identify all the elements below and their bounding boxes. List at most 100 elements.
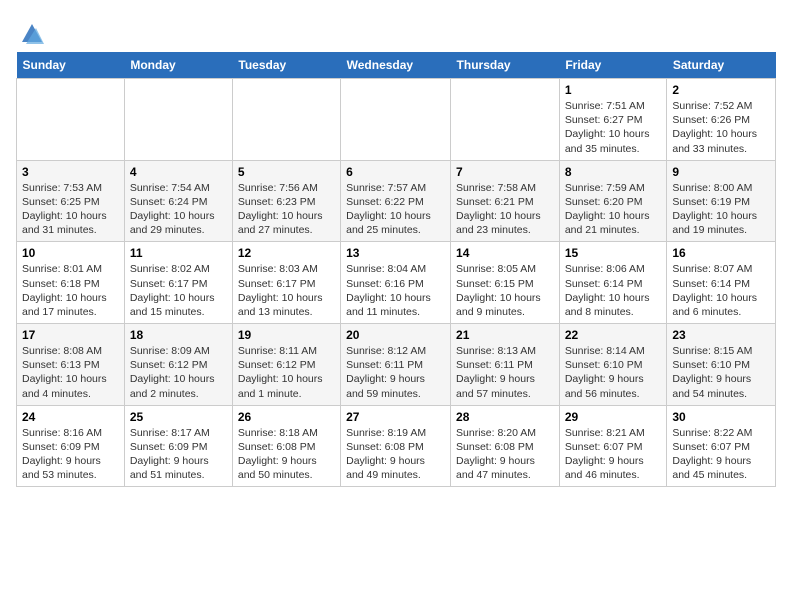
day-number: 25 (130, 410, 227, 424)
calendar-day-15: 15Sunrise: 8:06 AM Sunset: 6:14 PM Dayli… (559, 242, 667, 324)
day-info: Sunrise: 8:03 AM Sunset: 6:17 PM Dayligh… (238, 262, 335, 319)
calendar-week-row: 3 Sunrise: 7:53 AM Sunset: 6:25 PM Daylig… (17, 160, 776, 242)
day-number: 28 (456, 410, 554, 424)
day-info: Sunrise: 7:54 AM Sunset: 6:24 PM Dayligh… (130, 181, 227, 238)
day-number: 2 (672, 83, 770, 97)
day-info: Sunrise: 8:00 AM Sunset: 6:19 PM Dayligh… (672, 181, 770, 238)
weekday-header-row: SundayMondayTuesdayWednesdayThursdayFrid… (17, 52, 776, 79)
day-number: 3 (22, 165, 119, 179)
day-number: 12 (238, 246, 335, 260)
day-info: Sunrise: 8:20 AM Sunset: 6:08 PM Dayligh… (456, 426, 554, 483)
day-info: Sunrise: 8:17 AM Sunset: 6:09 PM Dayligh… (130, 426, 227, 483)
weekday-header-saturday: Saturday (667, 52, 776, 79)
calendar-day-10: 10 Sunrise: 8:01 AM Sunset: 6:18 PM Dayli… (17, 242, 125, 324)
calendar-day-26: 26 Sunrise: 8:18 AM Sunset: 6:08 PM Dayli… (232, 405, 340, 487)
calendar-week-row: 24 Sunrise: 8:16 AM Sunset: 6:09 PM Dayli… (17, 405, 776, 487)
day-info: Sunrise: 8:15 AM Sunset: 6:10 PM Dayligh… (672, 344, 770, 401)
calendar-empty-cell (124, 79, 232, 161)
calendar-empty-cell (341, 79, 451, 161)
weekday-header-sunday: Sunday (17, 52, 125, 79)
calendar-day-23: 23 Sunrise: 8:15 AM Sunset: 6:10 PM Dayli… (667, 324, 776, 406)
logo-icon (18, 20, 46, 48)
day-info: Sunrise: 8:14 AM Sunset: 6:10 PM Dayligh… (565, 344, 662, 401)
calendar-day-18: 18 Sunrise: 8:09 AM Sunset: 6:12 PM Dayli… (124, 324, 232, 406)
day-info: Sunrise: 8:02 AM Sunset: 6:17 PM Dayligh… (130, 262, 227, 319)
calendar-day-14: 14Sunrise: 8:05 AM Sunset: 6:15 PM Dayli… (451, 242, 560, 324)
day-number: 17 (22, 328, 119, 342)
day-number: 1 (565, 83, 662, 97)
day-info: Sunrise: 7:51 AM Sunset: 6:27 PM Dayligh… (565, 99, 662, 156)
day-info: Sunrise: 8:21 AM Sunset: 6:07 PM Dayligh… (565, 426, 662, 483)
day-number: 10 (22, 246, 119, 260)
day-info: Sunrise: 8:19 AM Sunset: 6:08 PM Dayligh… (346, 426, 445, 483)
day-number: 14 (456, 246, 554, 260)
day-info: Sunrise: 8:22 AM Sunset: 6:07 PM Dayligh… (672, 426, 770, 483)
calendar-empty-cell (17, 79, 125, 161)
weekday-header-tuesday: Tuesday (232, 52, 340, 79)
day-info: Sunrise: 8:07 AM Sunset: 6:14 PM Dayligh… (672, 262, 770, 319)
day-info: Sunrise: 7:57 AM Sunset: 6:22 PM Dayligh… (346, 181, 445, 238)
calendar-day-4: 4 Sunrise: 7:54 AM Sunset: 6:24 PM Daylig… (124, 160, 232, 242)
weekday-header-monday: Monday (124, 52, 232, 79)
day-number: 4 (130, 165, 227, 179)
day-info: Sunrise: 8:04 AM Sunset: 6:16 PM Dayligh… (346, 262, 445, 319)
day-info: Sunrise: 8:08 AM Sunset: 6:13 PM Dayligh… (22, 344, 119, 401)
calendar-day-13: 13 Sunrise: 8:04 AM Sunset: 6:16 PM Dayli… (341, 242, 451, 324)
calendar-day-30: 30 Sunrise: 8:22 AM Sunset: 6:07 PM Dayli… (667, 405, 776, 487)
weekday-header-wednesday: Wednesday (341, 52, 451, 79)
day-info: Sunrise: 8:16 AM Sunset: 6:09 PM Dayligh… (22, 426, 119, 483)
calendar-day-25: 25 Sunrise: 8:17 AM Sunset: 6:09 PM Dayli… (124, 405, 232, 487)
calendar-week-row: 1 Sunrise: 7:51 AM Sunset: 6:27 PM Daylig… (17, 79, 776, 161)
day-number: 16 (672, 246, 770, 260)
calendar-week-row: 10 Sunrise: 8:01 AM Sunset: 6:18 PM Dayli… (17, 242, 776, 324)
calendar-day-21: 21Sunrise: 8:13 AM Sunset: 6:11 PM Dayli… (451, 324, 560, 406)
calendar-day-27: 27Sunrise: 8:19 AM Sunset: 6:08 PM Dayli… (341, 405, 451, 487)
day-info: Sunrise: 8:12 AM Sunset: 6:11 PM Dayligh… (346, 344, 445, 401)
calendar-empty-cell (451, 79, 560, 161)
calendar-day-12: 12 Sunrise: 8:03 AM Sunset: 6:17 PM Dayli… (232, 242, 340, 324)
day-info: Sunrise: 7:58 AM Sunset: 6:21 PM Dayligh… (456, 181, 554, 238)
day-number: 22 (565, 328, 662, 342)
day-info: Sunrise: 7:53 AM Sunset: 6:25 PM Dayligh… (22, 181, 119, 238)
day-number: 24 (22, 410, 119, 424)
calendar-day-9: 9 Sunrise: 8:00 AM Sunset: 6:19 PM Daylig… (667, 160, 776, 242)
day-number: 23 (672, 328, 770, 342)
calendar-day-1: 1 Sunrise: 7:51 AM Sunset: 6:27 PM Daylig… (559, 79, 667, 161)
logo (16, 20, 46, 42)
day-number: 6 (346, 165, 445, 179)
day-info: Sunrise: 8:01 AM Sunset: 6:18 PM Dayligh… (22, 262, 119, 319)
day-number: 8 (565, 165, 662, 179)
day-number: 26 (238, 410, 335, 424)
day-number: 21 (456, 328, 554, 342)
day-info: Sunrise: 8:06 AM Sunset: 6:14 PM Dayligh… (565, 262, 662, 319)
day-number: 13 (346, 246, 445, 260)
calendar-day-2: 2 Sunrise: 7:52 AM Sunset: 6:26 PM Daylig… (667, 79, 776, 161)
day-number: 9 (672, 165, 770, 179)
calendar-day-20: 20 Sunrise: 8:12 AM Sunset: 6:11 PM Dayli… (341, 324, 451, 406)
calendar-day-24: 24 Sunrise: 8:16 AM Sunset: 6:09 PM Dayli… (17, 405, 125, 487)
weekday-header-thursday: Thursday (451, 52, 560, 79)
calendar-day-7: 7 Sunrise: 7:58 AM Sunset: 6:21 PM Daylig… (451, 160, 560, 242)
day-number: 29 (565, 410, 662, 424)
day-number: 30 (672, 410, 770, 424)
calendar-day-3: 3 Sunrise: 7:53 AM Sunset: 6:25 PM Daylig… (17, 160, 125, 242)
calendar-week-row: 17 Sunrise: 8:08 AM Sunset: 6:13 PM Dayli… (17, 324, 776, 406)
day-info: Sunrise: 8:18 AM Sunset: 6:08 PM Dayligh… (238, 426, 335, 483)
calendar-day-19: 19Sunrise: 8:11 AM Sunset: 6:12 PM Dayli… (232, 324, 340, 406)
calendar-day-17: 17 Sunrise: 8:08 AM Sunset: 6:13 PM Dayli… (17, 324, 125, 406)
calendar-day-29: 29 Sunrise: 8:21 AM Sunset: 6:07 PM Dayli… (559, 405, 667, 487)
header (16, 16, 776, 42)
day-number: 7 (456, 165, 554, 179)
calendar-day-11: 11 Sunrise: 8:02 AM Sunset: 6:17 PM Dayli… (124, 242, 232, 324)
day-info: Sunrise: 8:11 AM Sunset: 6:12 PM Dayligh… (238, 344, 335, 401)
day-number: 18 (130, 328, 227, 342)
day-number: 11 (130, 246, 227, 260)
day-info: Sunrise: 8:09 AM Sunset: 6:12 PM Dayligh… (130, 344, 227, 401)
day-info: Sunrise: 7:52 AM Sunset: 6:26 PM Dayligh… (672, 99, 770, 156)
calendar-day-8: 8Sunrise: 7:59 AM Sunset: 6:20 PM Daylig… (559, 160, 667, 242)
calendar-day-6: 6 Sunrise: 7:57 AM Sunset: 6:22 PM Daylig… (341, 160, 451, 242)
day-number: 5 (238, 165, 335, 179)
day-number: 20 (346, 328, 445, 342)
calendar-empty-cell (232, 79, 340, 161)
calendar-day-16: 16 Sunrise: 8:07 AM Sunset: 6:14 PM Dayli… (667, 242, 776, 324)
